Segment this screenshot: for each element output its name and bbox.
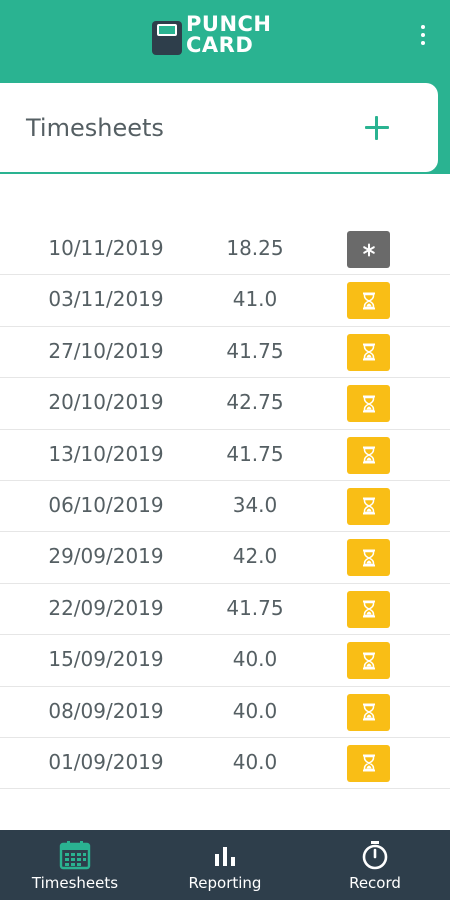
nav-label: Timesheets — [31, 874, 119, 892]
punch-card-logo-icon — [152, 21, 182, 55]
weekending-cell: 20/10/2019 — [48, 390, 164, 415]
table-row[interactable]: 22/09/2019 41.75 — [0, 584, 450, 636]
asterisk-icon — [362, 243, 376, 257]
status-badge[interactable] — [347, 487, 390, 525]
table-row[interactable]: 08/09/2019 40.0 — [0, 687, 450, 738]
logo-line-1: PUNCH — [186, 12, 272, 36]
status-badge[interactable] — [347, 642, 390, 680]
total-cell: 42.75 — [226, 390, 284, 415]
top-bar: PUNCH CARD Timesheets Weekending Total S… — [0, 0, 450, 217]
total-cell: 41.75 — [226, 338, 284, 363]
app-logo: PUNCH CARD — [152, 13, 272, 57]
status-badge[interactable] — [347, 744, 390, 782]
kebab-menu-icon[interactable] — [414, 22, 432, 48]
hourglass-icon — [362, 549, 376, 567]
column-header-total[interactable]: Total — [230, 196, 272, 217]
hourglass-icon — [362, 292, 376, 310]
table-row[interactable]: 10/11/2019 18.25 — [0, 224, 450, 276]
nav-record[interactable]: Record — [300, 830, 450, 900]
weekending-cell: 01/09/2019 — [48, 749, 164, 774]
weekending-cell: 10/11/2019 — [48, 236, 164, 260]
table-row[interactable]: 29/09/2019 42.0 — [0, 532, 450, 584]
table-row[interactable]: 27/10/2019 41.75 — [0, 327, 450, 379]
weekending-cell: 27/10/2019 — [48, 338, 164, 363]
column-header-status[interactable]: Status — [334, 196, 391, 217]
nav-timesheets[interactable]: Timesheets — [0, 830, 150, 900]
total-cell: 34.0 — [232, 492, 278, 517]
hourglass-icon — [362, 703, 376, 721]
nav-reporting[interactable]: Reporting — [150, 830, 300, 900]
total-cell: 41.75 — [226, 441, 284, 466]
add-timesheet-button[interactable] — [360, 111, 394, 145]
hourglass-icon — [362, 600, 376, 618]
timesheet-list: 10/11/2019 18.25 03/11/2019 41.0 27/10/2019 4… — [0, 224, 450, 790]
total-cell: 40.0 — [232, 698, 278, 723]
table-row[interactable]: 15/09/2019 40.0 — [0, 635, 450, 687]
status-badge[interactable] — [347, 333, 390, 371]
weekending-cell: 29/09/2019 — [48, 544, 164, 569]
calendar-icon — [59, 839, 91, 871]
status-badge[interactable] — [347, 231, 390, 268]
status-badge[interactable] — [347, 693, 390, 731]
total-cell: 18.25 — [226, 236, 284, 260]
hourglass-icon — [362, 395, 376, 413]
table-row[interactable]: 06/10/2019 34.0 — [0, 481, 450, 533]
hourglass-icon — [362, 497, 376, 515]
status-badge[interactable] — [347, 590, 390, 628]
page-title: Timesheets — [26, 114, 164, 142]
weekending-cell: 22/09/2019 — [48, 595, 164, 620]
nav-label: Record — [349, 874, 401, 892]
column-header-weekending[interactable]: Weekending — [33, 196, 143, 217]
total-cell: 40.0 — [232, 647, 278, 672]
total-cell: 42.0 — [232, 544, 278, 569]
stopwatch-icon — [361, 839, 389, 871]
table-row[interactable]: 20/10/2019 42.75 — [0, 378, 450, 430]
table-row[interactable]: 01/09/2019 40.0 — [0, 738, 450, 790]
table-row[interactable]: 03/11/2019 41.0 — [0, 275, 450, 327]
logo-line-2: CARD — [186, 33, 254, 57]
status-badge[interactable] — [347, 282, 390, 320]
status-badge[interactable] — [347, 436, 390, 474]
status-badge[interactable] — [347, 385, 390, 423]
total-cell: 41.0 — [232, 287, 278, 312]
status-badge[interactable] — [347, 539, 390, 577]
weekending-cell: 03/11/2019 — [48, 287, 164, 312]
nav-label: Reporting — [188, 874, 262, 892]
total-cell: 41.75 — [226, 595, 284, 620]
table-row[interactable]: 13/10/2019 41.75 — [0, 430, 450, 481]
bar-chart-icon — [213, 839, 237, 871]
header-card: Timesheets — [0, 83, 438, 172]
hourglass-icon — [362, 343, 376, 361]
weekending-cell: 08/09/2019 — [48, 698, 164, 723]
weekending-cell: 15/09/2019 — [48, 647, 164, 672]
hourglass-icon — [362, 754, 376, 772]
weekending-cell: 06/10/2019 — [48, 492, 164, 517]
hourglass-icon — [362, 446, 376, 464]
bottom-navigation: Timesheets Reporting Record — [0, 830, 450, 900]
total-cell: 40.0 — [232, 749, 278, 774]
weekending-cell: 13/10/2019 — [48, 441, 164, 466]
logo-text: PUNCH CARD — [186, 14, 272, 56]
hourglass-icon — [362, 652, 376, 670]
